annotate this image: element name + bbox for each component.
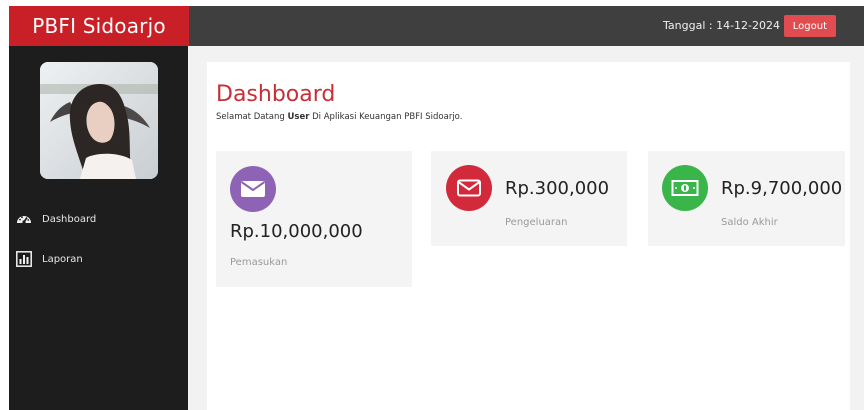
sidebar-item-laporan[interactable]: Laporan [16, 251, 83, 267]
bar-chart-icon [16, 251, 32, 267]
date-text: Tanggal : 14-12-2024 [663, 19, 780, 32]
card-amount: Rp.300,000 [505, 178, 610, 199]
welcome-text: Selamat Datang User Di Aplikasi Keuangan… [216, 112, 463, 122]
profile-photo [40, 62, 158, 179]
money-icon [662, 165, 708, 211]
brand-title[interactable]: PBFI Sidoarjo [9, 6, 189, 46]
card-label: Pengeluaran [505, 217, 568, 228]
sidebar: Dashboard Laporan [9, 46, 188, 410]
card-amount: Rp.9,700,000 [721, 178, 843, 199]
welcome-user: User [287, 112, 310, 122]
envelope-outline-icon [446, 165, 492, 211]
card-saldo-akhir: Rp.9,700,000 Saldo Akhir [648, 151, 845, 246]
envelope-icon [230, 166, 276, 212]
sidebar-item-label: Laporan [42, 253, 83, 265]
page-title: Dashboard [216, 82, 336, 107]
avatar [40, 62, 158, 179]
dashboard-icon [16, 211, 32, 227]
top-bar: Tanggal : 14-12-2024 Logout [189, 6, 864, 46]
card-label: Pemasukan [230, 257, 288, 268]
card-label: Saldo Akhir [721, 217, 778, 228]
sidebar-item-dashboard[interactable]: Dashboard [16, 211, 96, 227]
card-pemasukan: Rp.10,000,000 Pemasukan [216, 151, 412, 287]
card-pengeluaran: Rp.300,000 Pengeluaran [431, 151, 627, 246]
sidebar-item-label: Dashboard [42, 213, 97, 225]
logout-button[interactable]: Logout [783, 15, 836, 37]
card-amount: Rp.10,000,000 [230, 221, 363, 242]
main-content: Dashboard Selamat Datang User Di Aplikas… [207, 62, 850, 410]
